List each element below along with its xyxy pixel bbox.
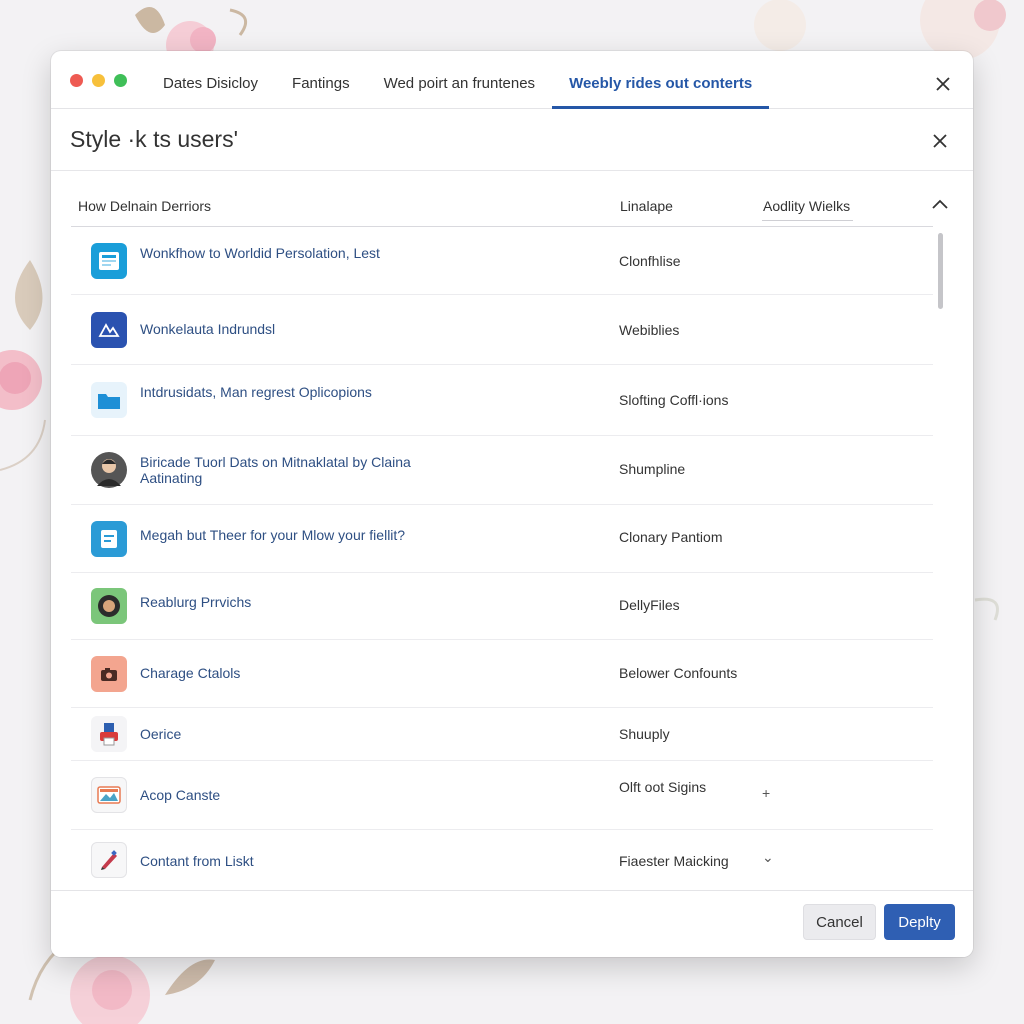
list-item[interactable]: Megah but Theer for your Mlow your fiell…	[71, 505, 933, 573]
row-title: Contant from Liskt	[140, 853, 254, 869]
list-item[interactable]: Oerice Shuuply	[71, 708, 933, 761]
cancel-button[interactable]: Cancel	[803, 904, 876, 940]
item-list: Wonkfhow to Worldid Persolation, Lest Cl…	[71, 227, 933, 890]
row-title: Acop Canste	[140, 787, 221, 803]
row-title: Charage Ctalols	[140, 665, 241, 681]
close-dialog-icon[interactable]	[930, 131, 950, 151]
list-item[interactable]: Acop Canste Olft oot Sigins +	[71, 761, 933, 830]
dialog-title: Style ·k ts users'	[70, 126, 238, 152]
scrollbar-thumb[interactable]	[938, 233, 943, 309]
layout-icon	[91, 243, 127, 279]
minimize-window-button[interactable]	[92, 74, 105, 87]
row-title: Wonkfhow to Worldid Persolation, Lest	[140, 245, 380, 261]
tab-dates-disicloy[interactable]: Dates Disicloy	[146, 51, 275, 109]
row-title: Biricade Tuorl Dats on Mitnaklatal by Cl…	[140, 454, 411, 486]
row-value: Belower Confounts	[619, 665, 738, 681]
row-value: Clonary Pantiom	[619, 529, 723, 545]
row-value: DellyFiles	[619, 597, 680, 613]
image-icon	[91, 777, 127, 813]
row-value: Slofting Coffl·ions	[619, 392, 729, 408]
chevron-down-icon[interactable]: ⌄	[762, 849, 774, 866]
tab-weebly-rides[interactable]: Weebly rides out conterts	[552, 51, 770, 109]
maximize-window-button[interactable]	[114, 74, 127, 87]
chevron-up-icon[interactable]	[931, 197, 949, 211]
dialog-footer: Cancel Deplty	[51, 890, 973, 957]
pencil-icon	[91, 842, 127, 878]
header-divider	[51, 170, 973, 171]
row-value: Shumpline	[619, 461, 686, 477]
tab-wed-poirt[interactable]: Wed poirt an fruntenes	[367, 51, 552, 109]
row-value: Webiblies	[619, 322, 680, 338]
deploy-button[interactable]: Deplty	[884, 904, 955, 940]
tab-bar: Dates Disicloy Fantings Wed poirt an fru…	[146, 51, 770, 109]
list-item[interactable]: Reablurg Prrvichs DellyFiles	[71, 573, 933, 640]
row-value: Fiaester Maicking	[619, 853, 729, 869]
list-item[interactable]: Biricade Tuorl Dats on Mitnaklatal by Cl…	[71, 436, 933, 505]
column-header-value[interactable]: Linalape	[620, 198, 673, 214]
list-item[interactable]: Wonkelauta Indrundsl Webiblies	[71, 295, 933, 365]
list-item[interactable]: Intdrusidats, Man regrest Oplicopions Sl…	[71, 365, 933, 436]
close-window-button[interactable]	[70, 74, 83, 87]
row-title: Wonkelauta Indrundsl	[140, 321, 276, 337]
folder-icon	[91, 382, 127, 418]
title-bar: Dates Disicloy Fantings Wed poirt an fru…	[51, 51, 973, 109]
row-title: Megah but Theer for your Mlow your fiell…	[140, 527, 406, 543]
dialog-window: Dates Disicloy Fantings Wed poirt an fru…	[51, 51, 973, 957]
document-icon	[91, 521, 127, 557]
printer-icon	[91, 716, 127, 752]
row-title: Reablurg Prrvichs	[140, 594, 252, 610]
row-title: Intdrusidats, Man regrest Oplicopions	[140, 384, 372, 400]
list-item[interactable]: Contant from Liskt Fiaester Maicking ⌄	[71, 830, 933, 890]
column-header-name[interactable]: How Delnain Derriors	[78, 198, 211, 214]
list-item[interactable]: Charage Ctalols Belower Confounts	[71, 640, 933, 708]
row-value: Olft oot Sigins	[619, 779, 707, 795]
row-value: Clonfhlise	[619, 253, 681, 269]
column-header-sort[interactable]: Aodlity Wielks	[763, 198, 850, 214]
row-title: Oerice	[140, 726, 182, 742]
list-scrollbar[interactable]	[936, 231, 944, 887]
camera-icon	[91, 656, 127, 692]
close-tab-icon[interactable]	[933, 74, 953, 94]
avatar-icon	[91, 452, 127, 488]
list-item[interactable]: Wonkfhow to Worldid Persolation, Lest Cl…	[71, 227, 933, 295]
tab-fantings[interactable]: Fantings	[275, 51, 367, 109]
sort-indicator	[762, 220, 853, 221]
sketch-icon	[91, 312, 127, 348]
row-value: Shuuply	[619, 726, 670, 742]
expand-plus-icon[interactable]: +	[762, 785, 770, 801]
badge-icon	[91, 588, 127, 624]
